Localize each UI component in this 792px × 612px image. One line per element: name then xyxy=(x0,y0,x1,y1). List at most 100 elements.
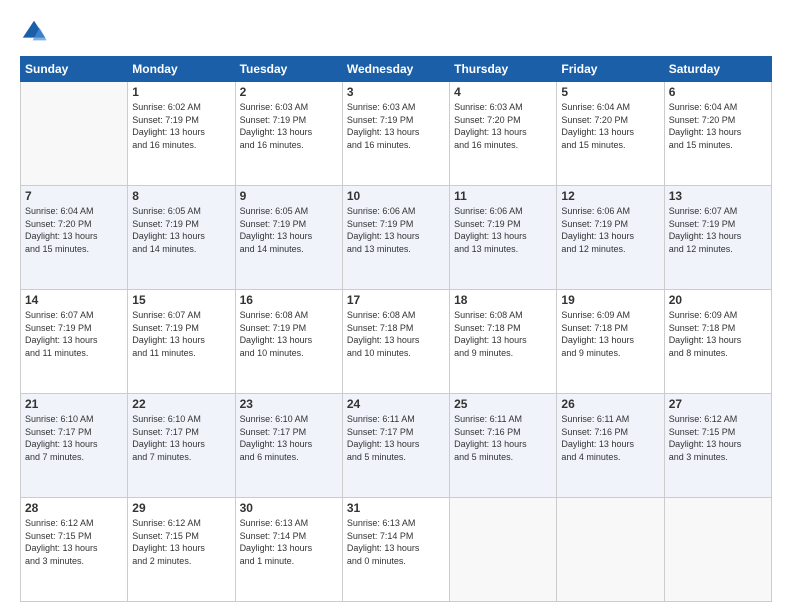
day-number: 11 xyxy=(454,189,552,203)
cell-info: Sunrise: 6:10 AM Sunset: 7:17 PM Dayligh… xyxy=(132,413,230,463)
logo-icon xyxy=(20,18,48,46)
day-number: 27 xyxy=(669,397,767,411)
cell-info: Sunrise: 6:13 AM Sunset: 7:14 PM Dayligh… xyxy=(347,517,445,567)
day-number: 10 xyxy=(347,189,445,203)
day-number: 15 xyxy=(132,293,230,307)
cell-info: Sunrise: 6:06 AM Sunset: 7:19 PM Dayligh… xyxy=(347,205,445,255)
weekday-header: Sunday xyxy=(21,57,128,82)
cell-info: Sunrise: 6:12 AM Sunset: 7:15 PM Dayligh… xyxy=(669,413,767,463)
day-number: 14 xyxy=(25,293,123,307)
cell-info: Sunrise: 6:04 AM Sunset: 7:20 PM Dayligh… xyxy=(669,101,767,151)
weekday-header: Monday xyxy=(128,57,235,82)
calendar-cell: 19 Sunrise: 6:09 AM Sunset: 7:18 PM Dayli… xyxy=(557,290,664,394)
cell-info: Sunrise: 6:12 AM Sunset: 7:15 PM Dayligh… xyxy=(25,517,123,567)
calendar-cell: 7 Sunrise: 6:04 AM Sunset: 7:20 PM Daylig… xyxy=(21,186,128,290)
weekday-header: Saturday xyxy=(664,57,771,82)
cell-info: Sunrise: 6:06 AM Sunset: 7:19 PM Dayligh… xyxy=(454,205,552,255)
day-number: 20 xyxy=(669,293,767,307)
day-number: 25 xyxy=(454,397,552,411)
calendar-cell: 14 Sunrise: 6:07 AM Sunset: 7:19 PM Dayli… xyxy=(21,290,128,394)
cell-info: Sunrise: 6:08 AM Sunset: 7:18 PM Dayligh… xyxy=(347,309,445,359)
day-number: 22 xyxy=(132,397,230,411)
day-number: 1 xyxy=(132,85,230,99)
calendar-cell: 23 Sunrise: 6:10 AM Sunset: 7:17 PM Dayli… xyxy=(235,394,342,498)
cell-info: Sunrise: 6:09 AM Sunset: 7:18 PM Dayligh… xyxy=(561,309,659,359)
calendar-cell: 24Sunrise: 6:11 AM Sunset: 7:17 PM Dayli… xyxy=(342,394,449,498)
calendar-cell: 13 Sunrise: 6:07 AM Sunset: 7:19 PM Dayli… xyxy=(664,186,771,290)
cell-info: Sunrise: 6:10 AM Sunset: 7:17 PM Dayligh… xyxy=(240,413,338,463)
calendar-cell: 17 Sunrise: 6:08 AM Sunset: 7:18 PM Dayli… xyxy=(342,290,449,394)
cell-info: Sunrise: 6:07 AM Sunset: 7:19 PM Dayligh… xyxy=(132,309,230,359)
calendar-cell xyxy=(557,498,664,602)
cell-info: Sunrise: 6:04 AM Sunset: 7:20 PM Dayligh… xyxy=(25,205,123,255)
calendar-week-row: 28 Sunrise: 6:12 AM Sunset: 7:15 PM Dayli… xyxy=(21,498,772,602)
header-row: SundayMondayTuesdayWednesdayThursdayFrid… xyxy=(21,57,772,82)
cell-info: Sunrise: 6:02 AM Sunset: 7:19 PM Dayligh… xyxy=(132,101,230,151)
calendar-cell: 18 Sunrise: 6:08 AM Sunset: 7:18 PM Dayli… xyxy=(450,290,557,394)
cell-info: Sunrise: 6:11 AM Sunset: 7:16 PM Dayligh… xyxy=(454,413,552,463)
calendar-cell: 15 Sunrise: 6:07 AM Sunset: 7:19 PM Dayli… xyxy=(128,290,235,394)
calendar-cell: 16Sunrise: 6:08 AM Sunset: 7:19 PM Dayli… xyxy=(235,290,342,394)
calendar-cell: 12Sunrise: 6:06 AM Sunset: 7:19 PM Dayli… xyxy=(557,186,664,290)
calendar-cell: 5 Sunrise: 6:04 AM Sunset: 7:20 PM Daylig… xyxy=(557,82,664,186)
day-number: 23 xyxy=(240,397,338,411)
calendar-cell: 10 Sunrise: 6:06 AM Sunset: 7:19 PM Dayli… xyxy=(342,186,449,290)
day-number: 3 xyxy=(347,85,445,99)
cell-info: Sunrise: 6:05 AM Sunset: 7:19 PM Dayligh… xyxy=(240,205,338,255)
calendar-cell: 3 Sunrise: 6:03 AM Sunset: 7:19 PM Daylig… xyxy=(342,82,449,186)
calendar-week-row: 1 Sunrise: 6:02 AM Sunset: 7:19 PM Daylig… xyxy=(21,82,772,186)
calendar-week-row: 21 Sunrise: 6:10 AM Sunset: 7:17 PM Dayli… xyxy=(21,394,772,498)
day-number: 5 xyxy=(561,85,659,99)
header xyxy=(20,18,772,46)
cell-info: Sunrise: 6:03 AM Sunset: 7:20 PM Dayligh… xyxy=(454,101,552,151)
calendar-cell: 21Sunrise: 6:10 AM Sunset: 7:17 PM Dayli… xyxy=(21,394,128,498)
calendar-table: SundayMondayTuesdayWednesdayThursdayFrid… xyxy=(20,56,772,602)
cell-info: Sunrise: 6:12 AM Sunset: 7:15 PM Dayligh… xyxy=(132,517,230,567)
calendar-cell xyxy=(664,498,771,602)
cell-info: Sunrise: 6:04 AM Sunset: 7:20 PM Dayligh… xyxy=(561,101,659,151)
calendar-cell xyxy=(21,82,128,186)
calendar-cell: 11 Sunrise: 6:06 AM Sunset: 7:19 PM Dayli… xyxy=(450,186,557,290)
cell-info: Sunrise: 6:03 AM Sunset: 7:19 PM Dayligh… xyxy=(347,101,445,151)
day-number: 21 xyxy=(25,397,123,411)
cell-info: Sunrise: 6:06 AM Sunset: 7:19 PM Dayligh… xyxy=(561,205,659,255)
calendar-cell xyxy=(450,498,557,602)
day-number: 16 xyxy=(240,293,338,307)
day-number: 31 xyxy=(347,501,445,515)
day-number: 18 xyxy=(454,293,552,307)
calendar-cell: 4Sunrise: 6:03 AM Sunset: 7:20 PM Daylig… xyxy=(450,82,557,186)
calendar-cell: 6Sunrise: 6:04 AM Sunset: 7:20 PM Daylig… xyxy=(664,82,771,186)
day-number: 13 xyxy=(669,189,767,203)
weekday-header: Friday xyxy=(557,57,664,82)
cell-info: Sunrise: 6:07 AM Sunset: 7:19 PM Dayligh… xyxy=(25,309,123,359)
calendar-cell: 25 Sunrise: 6:11 AM Sunset: 7:16 PM Dayli… xyxy=(450,394,557,498)
calendar-cell: 28 Sunrise: 6:12 AM Sunset: 7:15 PM Dayli… xyxy=(21,498,128,602)
weekday-header: Wednesday xyxy=(342,57,449,82)
day-number: 7 xyxy=(25,189,123,203)
calendar-cell: 1 Sunrise: 6:02 AM Sunset: 7:19 PM Daylig… xyxy=(128,82,235,186)
cell-info: Sunrise: 6:13 AM Sunset: 7:14 PM Dayligh… xyxy=(240,517,338,567)
day-number: 9 xyxy=(240,189,338,203)
calendar-cell: 22 Sunrise: 6:10 AM Sunset: 7:17 PM Dayli… xyxy=(128,394,235,498)
logo xyxy=(20,18,52,46)
day-number: 17 xyxy=(347,293,445,307)
day-number: 26 xyxy=(561,397,659,411)
calendar-cell: 30Sunrise: 6:13 AM Sunset: 7:14 PM Dayli… xyxy=(235,498,342,602)
weekday-header: Thursday xyxy=(450,57,557,82)
cell-info: Sunrise: 6:07 AM Sunset: 7:19 PM Dayligh… xyxy=(669,205,767,255)
cell-info: Sunrise: 6:11 AM Sunset: 7:16 PM Dayligh… xyxy=(561,413,659,463)
calendar-cell: 20 Sunrise: 6:09 AM Sunset: 7:18 PM Dayli… xyxy=(664,290,771,394)
cell-info: Sunrise: 6:09 AM Sunset: 7:18 PM Dayligh… xyxy=(669,309,767,359)
day-number: 28 xyxy=(25,501,123,515)
calendar-cell: 31 Sunrise: 6:13 AM Sunset: 7:14 PM Dayli… xyxy=(342,498,449,602)
calendar-cell: 27 Sunrise: 6:12 AM Sunset: 7:15 PM Dayli… xyxy=(664,394,771,498)
cell-info: Sunrise: 6:08 AM Sunset: 7:18 PM Dayligh… xyxy=(454,309,552,359)
calendar-week-row: 7 Sunrise: 6:04 AM Sunset: 7:20 PM Daylig… xyxy=(21,186,772,290)
day-number: 8 xyxy=(132,189,230,203)
day-number: 19 xyxy=(561,293,659,307)
calendar-cell: 29Sunrise: 6:12 AM Sunset: 7:15 PM Dayli… xyxy=(128,498,235,602)
calendar-week-row: 14 Sunrise: 6:07 AM Sunset: 7:19 PM Dayli… xyxy=(21,290,772,394)
day-number: 2 xyxy=(240,85,338,99)
calendar-cell: 8Sunrise: 6:05 AM Sunset: 7:19 PM Daylig… xyxy=(128,186,235,290)
calendar-cell: 9 Sunrise: 6:05 AM Sunset: 7:19 PM Daylig… xyxy=(235,186,342,290)
